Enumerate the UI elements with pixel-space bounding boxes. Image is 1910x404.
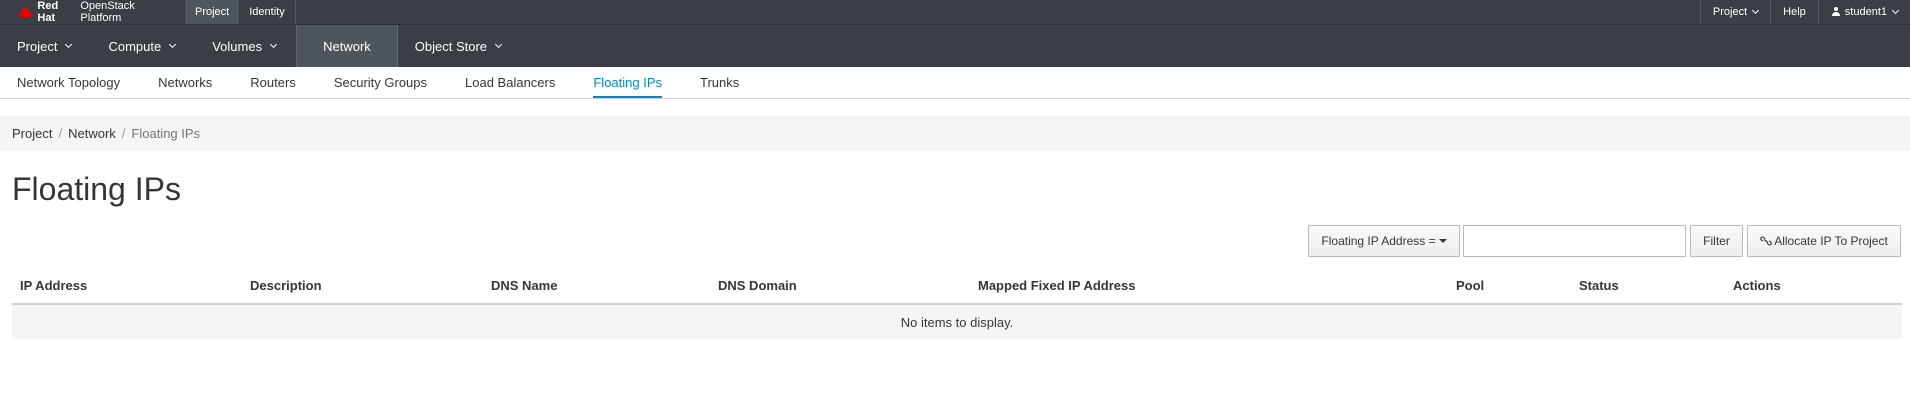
project-selector-label: Project — [1712, 6, 1748, 18]
table-header: IP Address Description DNS Name DNS Doma… — [12, 267, 1902, 305]
user-name: student1 — [1844, 6, 1887, 18]
subnav-network-topology[interactable]: Network Topology — [17, 67, 120, 98]
breadcrumb-project[interactable]: Project — [12, 126, 52, 141]
breadcrumb-separator: / — [121, 126, 126, 141]
subnav-trunks[interactable]: Trunks — [700, 67, 739, 98]
breadcrumb: Project / Network / Floating IPs — [0, 116, 1910, 151]
secondary-nav: Network Topology Networks Routers Securi… — [0, 67, 1910, 99]
table-empty-row: No items to display. — [12, 305, 1902, 339]
nav-label: Volumes — [212, 38, 263, 54]
subnav-floating-ips[interactable]: Floating IPs — [593, 67, 662, 98]
chevron-down-icon — [1752, 6, 1760, 15]
red-hat-logo-icon — [18, 7, 33, 18]
nav-object-store[interactable]: Object Store — [398, 25, 521, 67]
link-icon — [1760, 236, 1772, 246]
chevron-down-icon — [1891, 6, 1900, 15]
nav-compute[interactable]: Compute — [91, 25, 195, 67]
breadcrumb-current: Floating IPs — [131, 126, 201, 141]
subnav-load-balancers[interactable]: Load Balancers — [465, 67, 555, 98]
nav-volumes[interactable]: Volumes — [195, 25, 296, 67]
page-title: Floating IPs — [12, 171, 181, 207]
dashboard-tab-project[interactable]: Project — [185, 0, 240, 24]
column-header-description[interactable]: Description — [242, 278, 483, 293]
column-header-actions: Actions — [1733, 277, 1781, 293]
nav-label: Project — [17, 38, 58, 54]
chevron-down-icon — [495, 40, 503, 49]
masthead: Red Hat OpenStack Platform Project Ident… — [0, 0, 1910, 24]
nav-label: Compute — [108, 38, 162, 54]
dashboard-tab-identity[interactable]: Identity — [239, 0, 296, 24]
user-menu[interactable]: student1 — [1817, 0, 1910, 24]
allocate-ip-button[interactable]: Allocate IP To Project — [1747, 225, 1901, 257]
nav-network[interactable]: Network — [296, 25, 398, 67]
column-header-status[interactable]: Status — [1571, 278, 1725, 293]
chevron-down-icon — [169, 40, 177, 49]
subnav-security-groups[interactable]: Security Groups — [334, 67, 427, 98]
column-header-dns-domain[interactable]: DNS Domain — [710, 278, 970, 293]
column-header-pool[interactable]: Pool — [1448, 278, 1571, 293]
primary-nav: Project Compute Volumes Network Object S… — [0, 24, 1910, 67]
filter-field-label: Floating IP Address = — [1321, 234, 1436, 248]
column-header-ip-address[interactable]: IP Address — [12, 278, 242, 293]
chevron-down-icon — [270, 40, 278, 49]
subnav-routers[interactable]: Routers — [250, 67, 296, 98]
help-link[interactable]: Help — [1770, 0, 1818, 24]
brand-product: OpenStack Platform — [80, 0, 135, 24]
filter-button[interactable]: Filter — [1690, 225, 1743, 257]
subnav-networks[interactable]: Networks — [158, 67, 212, 98]
brand-logo[interactable]: Red Hat OpenStack Platform — [0, 0, 185, 24]
filter-field-select[interactable]: Floating IP Address = — [1308, 225, 1460, 257]
project-selector[interactable]: Project — [1699, 0, 1770, 24]
chevron-down-icon — [65, 40, 73, 49]
allocate-ip-label: Allocate IP To Project — [1774, 234, 1888, 248]
breadcrumb-separator: / — [58, 126, 63, 141]
breadcrumb-network[interactable]: Network — [68, 126, 116, 141]
floating-ips-table: IP Address Description DNS Name DNS Doma… — [12, 267, 1902, 339]
user-icon — [1831, 7, 1841, 17]
brand-name: Red Hat — [37, 0, 59, 24]
column-header-dns-name[interactable]: DNS Name — [483, 278, 710, 293]
column-header-mapped-fixed-ip[interactable]: Mapped Fixed IP Address — [970, 278, 1448, 293]
caret-down-icon — [1438, 239, 1447, 243]
filter-input[interactable] — [1463, 225, 1686, 257]
nav-label: Object Store — [414, 38, 488, 54]
nav-label: Network — [323, 38, 371, 54]
nav-project[interactable]: Project — [0, 25, 91, 67]
table-toolbar: Floating IP Address = Filter Allocate IP… — [0, 225, 1910, 257]
